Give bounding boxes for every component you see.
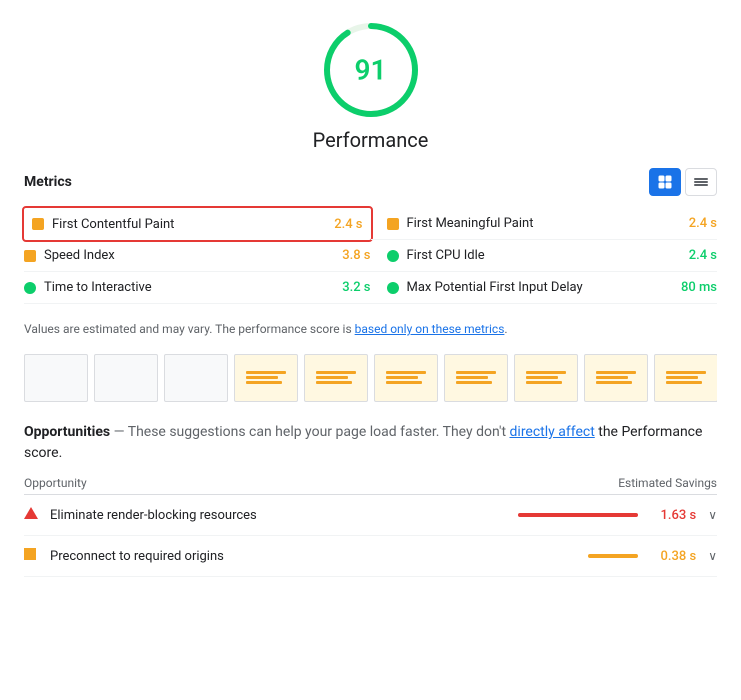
render-blocking-bar-wrapper: 1.63 s ∨: [518, 508, 717, 523]
thumbnail-8: [514, 354, 578, 402]
metric-row-fcp: First Contentful Paint 2.4 s: [22, 206, 373, 242]
render-blocking-icon: [24, 507, 40, 523]
preconnect-icon: [24, 548, 40, 564]
si-dot: [24, 250, 36, 262]
render-blocking-bar: [518, 513, 638, 517]
metric-row-fci: First CPU Idle 2.4 s: [371, 240, 718, 272]
metrics-title: Metrics: [24, 174, 72, 190]
thumbnails-strip: [24, 354, 717, 402]
preconnect-bar-wrapper: 0.38 s ∨: [588, 549, 717, 564]
preconnect-bar: [588, 554, 638, 558]
thumbnail-9: [584, 354, 648, 402]
thumbnail-2: [94, 354, 158, 402]
mpfid-value: 80 ms: [681, 280, 717, 295]
tti-name: Time to Interactive: [44, 280, 334, 295]
score-section: 91 Performance: [24, 20, 717, 152]
thumbnail-4: [234, 354, 298, 402]
metrics-link[interactable]: based only on these metrics: [355, 322, 505, 336]
mpfid-name: Max Potential First Input Delay: [407, 280, 673, 295]
fcp-value: 2.4 s: [334, 217, 362, 232]
opp-item-preconnect[interactable]: Preconnect to required origins 0.38 s ∨: [24, 536, 717, 577]
tti-value: 3.2 s: [342, 280, 370, 295]
preconnect-savings: 0.38 s: [646, 549, 696, 564]
fcp-name: First Contentful Paint: [52, 217, 326, 232]
metrics-section: Metrics First Conte: [24, 168, 717, 304]
thumbnail-1: [24, 354, 88, 402]
tti-dot: [24, 282, 36, 294]
score-circle: 91: [321, 20, 421, 120]
performance-label: Performance: [313, 128, 429, 152]
thumbnail-5: [304, 354, 368, 402]
opportunities-table-header: Opportunity Estimated Savings: [24, 468, 717, 495]
thumbnail-7: [444, 354, 508, 402]
grid-view-button[interactable]: [649, 168, 681, 196]
metric-row-mpfid: Max Potential First Input Delay 80 ms: [371, 272, 718, 304]
thumbnail-10: [654, 354, 717, 402]
opportunities-section: Opportunities — These suggestions can he…: [24, 422, 717, 577]
preconnect-name: Preconnect to required origins: [50, 549, 588, 564]
fci-value: 2.4 s: [689, 248, 717, 263]
fci-name: First CPU Idle: [407, 248, 681, 263]
list-view-button[interactable]: [685, 168, 717, 196]
fmp-value: 2.4 s: [689, 216, 717, 231]
preconnect-chevron: ∨: [708, 549, 717, 563]
mpfid-dot: [387, 282, 399, 294]
opportunities-title: Opportunities: [24, 424, 110, 440]
si-value: 3.8 s: [342, 248, 370, 263]
thumbnail-6: [374, 354, 438, 402]
fmp-dot: [387, 218, 399, 230]
col-opportunity: Opportunity: [24, 476, 87, 490]
info-text: Values are estimated and may vary. The p…: [24, 320, 717, 338]
score-value: 91: [355, 54, 387, 87]
render-blocking-chevron: ∨: [708, 508, 717, 522]
thumbnail-3: [164, 354, 228, 402]
render-blocking-name: Eliminate render-blocking resources: [50, 508, 518, 523]
opportunities-header: Opportunities — These suggestions can he…: [24, 422, 717, 464]
metric-row-si: Speed Index 3.8 s: [24, 240, 371, 272]
col-savings: Estimated Savings: [618, 476, 717, 490]
fci-dot: [387, 250, 399, 262]
view-toggle: [649, 168, 717, 196]
opp-item-render-blocking[interactable]: Eliminate render-blocking resources 1.63…: [24, 495, 717, 536]
fmp-name: First Meaningful Paint: [407, 216, 681, 231]
si-name: Speed Index: [44, 248, 334, 263]
directly-affect-link[interactable]: directly affect: [510, 424, 595, 440]
metrics-grid: First Contentful Paint 2.4 s First Meani…: [24, 208, 717, 304]
render-blocking-savings: 1.63 s: [646, 508, 696, 523]
fcp-dot: [32, 218, 44, 230]
metric-row-tti: Time to Interactive 3.2 s: [24, 272, 371, 304]
metric-row-fmp: First Meaningful Paint 2.4 s: [371, 208, 718, 240]
